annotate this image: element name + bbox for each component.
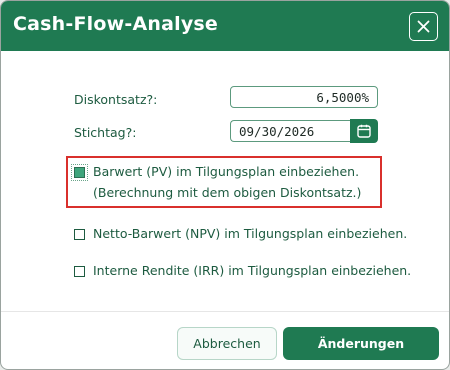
due-date-label: Stichtag?: xyxy=(74,125,137,140)
cancel-button[interactable]: Abbrechen xyxy=(177,327,277,360)
dialog-title: Cash-Flow-Analyse xyxy=(13,13,219,35)
discount-rate-label: Diskontsatz?: xyxy=(74,92,158,107)
npv-checkbox[interactable] xyxy=(74,229,85,240)
calendar-icon xyxy=(357,124,371,138)
cash-flow-dialog: Cash-Flow-Analyse Diskontsatz?: 6,5000% … xyxy=(0,0,450,370)
save-changes-button[interactable]: Änderungen speichern xyxy=(283,327,439,360)
pv-option-label[interactable]: Barwert (PV) im Tilgungsplan einbeziehen… xyxy=(93,164,359,179)
pv-option-note: (Berechnung mit dem obigen Diskontsatz.) xyxy=(93,185,362,200)
irr-checkbox[interactable] xyxy=(74,266,85,277)
close-icon xyxy=(417,20,430,33)
calendar-button[interactable] xyxy=(350,119,378,143)
footer-divider xyxy=(1,311,449,312)
due-date-input[interactable]: 09/30/2026 xyxy=(230,120,354,142)
discount-rate-input[interactable]: 6,5000% xyxy=(230,86,378,108)
dialog-header: Cash-Flow-Analyse xyxy=(1,1,449,51)
close-button[interactable] xyxy=(409,12,438,41)
irr-option-label[interactable]: Interne Rendite (IRR) im Tilgungsplan ei… xyxy=(93,263,411,278)
pv-checkbox[interactable] xyxy=(71,164,88,181)
npv-option-label[interactable]: Netto-Barwert (NPV) im Tilgungsplan einb… xyxy=(93,226,407,241)
